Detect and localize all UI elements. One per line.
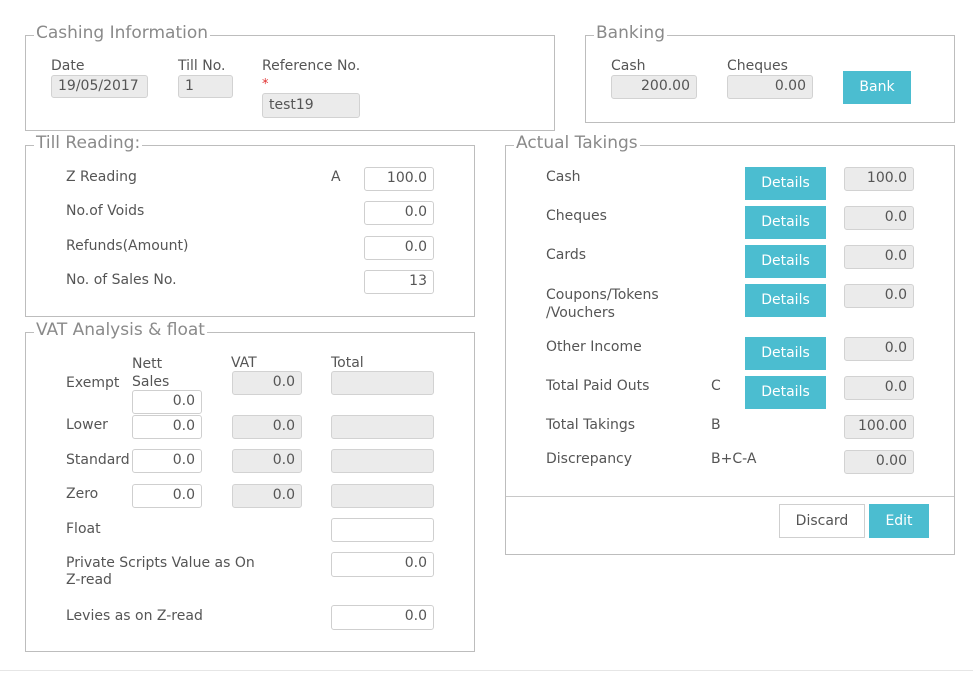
vat-row-label: Standard: [66, 452, 130, 468]
edit-button[interactable]: Edit: [869, 504, 929, 538]
cards-details-button[interactable]: Details: [745, 245, 826, 278]
private-scripts-input[interactable]: 0.0: [331, 552, 434, 577]
takings-cards-label: Cards: [546, 247, 587, 263]
paid-outs-details-button[interactable]: Details: [745, 376, 826, 409]
sales-no-input[interactable]: 13: [364, 270, 434, 294]
z-reading-input[interactable]: 100.0: [364, 167, 434, 191]
total-takings-label: Total Takings: [546, 417, 636, 433]
lower-vat-field[interactable]: 0.0: [232, 415, 302, 439]
bank-button[interactable]: Bank: [843, 71, 911, 104]
lower-nett-input[interactable]: 0.0: [132, 415, 202, 439]
z-reading-marker: A: [331, 169, 341, 185]
discrepancy-field[interactable]: 0.00: [844, 450, 914, 474]
actual-takings-title: Actual Takings: [514, 133, 640, 153]
banking-title: Banking: [594, 23, 667, 43]
actual-takings-footer-divider: [506, 496, 954, 497]
required-marker: *: [262, 77, 269, 92]
takings-cheques-label: Cheques: [546, 208, 607, 224]
z-reading-label: Z Reading: [66, 169, 137, 185]
vat-row-label: Exempt: [66, 375, 120, 391]
date-label: Date: [51, 58, 85, 74]
takings-coupons-label: Coupons/Tokens /Vouchers: [546, 287, 659, 321]
takings-paid-outs-field[interactable]: 0.0: [844, 376, 914, 400]
takings-other-income-label: Other Income: [546, 339, 642, 355]
zero-total-field[interactable]: [331, 484, 434, 508]
coupons-details-button[interactable]: Details: [745, 284, 826, 317]
sales-no-label: No. of Sales No.: [66, 272, 177, 288]
float-label: Float: [66, 521, 101, 537]
vat-row-label: Zero: [66, 486, 99, 502]
exempt-vat-field[interactable]: 0.0: [232, 371, 302, 395]
vat-row-label: Lower: [66, 417, 108, 433]
cashing-information-title: Cashing Information: [34, 23, 211, 43]
standard-nett-input[interactable]: 0.0: [132, 449, 202, 473]
cash-details-button[interactable]: Details: [745, 167, 826, 200]
discrepancy-label: Discrepancy: [546, 451, 633, 467]
col-vat-label: VAT: [231, 355, 257, 371]
total-takings-field[interactable]: 100.00: [844, 415, 914, 439]
takings-cheques-field[interactable]: 0.0: [844, 206, 914, 230]
takings-cash-label: Cash: [546, 169, 581, 185]
levies-input[interactable]: 0.0: [331, 605, 434, 630]
takings-other-income-field[interactable]: 0.0: [844, 337, 914, 361]
exempt-nett-input[interactable]: 0.0: [132, 390, 202, 414]
takings-coupons-field[interactable]: 0.0: [844, 284, 914, 308]
private-scripts-label: Private Scripts Value as On Z-read: [66, 555, 255, 588]
voids-label: No.of Voids: [66, 203, 145, 219]
lower-total-field[interactable]: [331, 415, 434, 439]
banking-cash-field[interactable]: 200.00: [611, 75, 697, 99]
till-no-field[interactable]: 1: [178, 75, 233, 98]
zero-nett-input[interactable]: 0.0: [132, 484, 202, 508]
banking-cheques-field[interactable]: 0.00: [727, 75, 813, 99]
discrepancy-marker: B+C-A: [711, 451, 757, 467]
banking-cash-label: Cash: [611, 58, 646, 74]
standard-total-field[interactable]: [331, 449, 434, 473]
col-total-label: Total: [331, 355, 364, 371]
paid-outs-marker: C: [711, 378, 721, 394]
cheques-details-button[interactable]: Details: [745, 206, 826, 239]
reference-no-label: Reference No.: [262, 58, 361, 74]
takings-paid-outs-label: Total Paid Outs: [546, 378, 650, 394]
col-nett-sales-label: Nett Sales: [132, 356, 170, 390]
banking-cheques-label: Cheques: [727, 58, 788, 74]
date-field[interactable]: 19/05/2017: [51, 75, 148, 98]
vat-analysis-title: VAT Analysis & float: [34, 320, 207, 340]
reference-no-field[interactable]: test19: [262, 93, 360, 118]
total-takings-marker: B: [711, 417, 721, 433]
standard-vat-field[interactable]: 0.0: [232, 449, 302, 473]
other-income-details-button[interactable]: Details: [745, 337, 826, 370]
levies-label: Levies as on Z-read: [66, 608, 203, 624]
till-no-label: Till No.: [178, 58, 226, 74]
float-input[interactable]: [331, 518, 434, 542]
voids-input[interactable]: 0.0: [364, 201, 434, 225]
exempt-total-field[interactable]: [331, 371, 434, 395]
refunds-label: Refunds(Amount): [66, 238, 189, 254]
discard-button[interactable]: Discard: [779, 504, 865, 538]
takings-cash-field[interactable]: 100.0: [844, 167, 914, 191]
takings-cards-field[interactable]: 0.0: [844, 245, 914, 269]
zero-vat-field[interactable]: 0.0: [232, 484, 302, 508]
refunds-input[interactable]: 0.0: [364, 236, 434, 260]
page-bottom-divider: [0, 670, 973, 671]
till-reading-title: Till Reading:: [34, 133, 143, 153]
